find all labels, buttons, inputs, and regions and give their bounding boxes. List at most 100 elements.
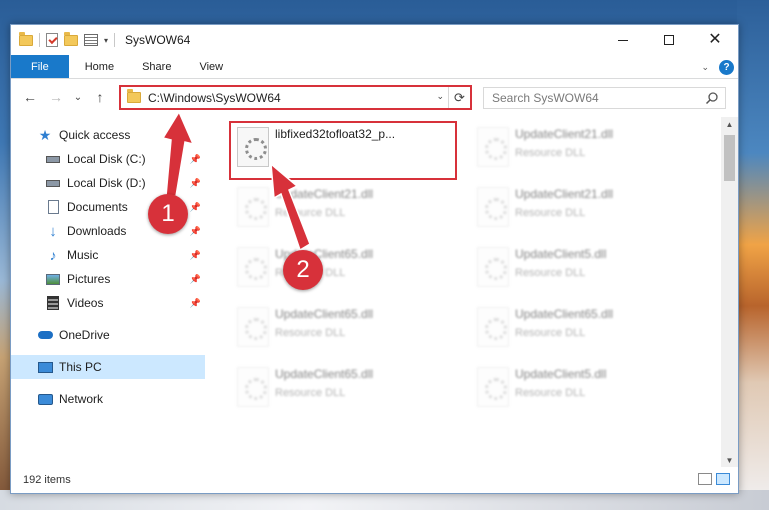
search-input[interactable]: Search SysWOW64 [483,87,726,109]
title-bar: ▾ SysWOW64 ✕ [11,25,738,55]
file-item[interactable]: UpdateClient65.dll Resource DLL [231,303,441,353]
nav-music[interactable]: ♪ Music 📌 [11,243,205,267]
address-bar[interactable]: C:\Windows\SysWOW64 ⌄ ⟳ [119,85,472,110]
up-button[interactable]: ↑ [89,86,111,108]
address-dropdown-icon[interactable]: ⌄ [436,91,444,102]
pin-icon[interactable]: 📌 [190,178,201,189]
tab-share[interactable]: Share [128,55,185,78]
file-item[interactable]: UpdateClient65.dllResource DLL [231,363,441,413]
nav-label: OneDrive [59,328,110,342]
file-desc: Resource DLL [275,327,346,339]
file-name: UpdateClient21.dll [515,127,614,141]
nav-quick-access[interactable]: ★ Quick access [11,123,205,147]
item-count: 192 items [23,474,71,486]
nav-videos[interactable]: Videos 📌 [11,291,205,315]
download-icon: ↓ [49,222,57,240]
explorer-body: ★ Quick access Local Disk (C:) 📌 Local D… [11,117,738,467]
nav-onedrive[interactable]: OneDrive [11,323,205,347]
pin-icon[interactable]: 📌 [190,274,201,285]
dll-file-icon [477,187,509,227]
new-folder-icon[interactable] [64,31,78,46]
back-button[interactable]: ← [19,86,41,108]
nav-local-disk-d[interactable]: Local Disk (D:) 📌 [11,171,205,195]
divider [39,33,40,47]
file-desc: Resource DLL [275,387,346,399]
vertical-scrollbar[interactable]: ▲ ▼ [721,117,738,467]
minimize-button[interactable] [600,25,646,55]
file-list: libfixed32tofloat32_p... UpdateClient21.… [205,117,725,467]
network-icon [37,391,53,407]
search-icon[interactable] [705,91,719,105]
maximize-icon [664,35,674,45]
file-desc: Resource DLL [515,387,586,399]
navigation-pane: ★ Quick access Local Disk (C:) 📌 Local D… [11,117,205,467]
close-button[interactable]: ✕ [692,25,738,55]
scroll-thumb[interactable] [724,135,735,181]
quick-access-toolbar: ▾ [11,31,116,47]
minimize-icon [618,39,628,41]
qa-dropdown-icon[interactable]: ▾ [104,36,108,45]
recent-locations-icon[interactable]: ⌄ [67,86,89,108]
pin-icon[interactable]: 📌 [190,154,201,165]
maximize-button[interactable] [646,25,692,55]
dll-file-icon [237,247,269,287]
dll-file-icon [477,247,509,287]
pin-icon[interactable]: 📌 [190,226,201,237]
file-item[interactable]: UpdateClient21.dll Resource DLL [231,183,441,233]
dll-file-icon [477,307,509,347]
drive-icon [45,175,61,191]
file-desc: Resource DLL [275,207,346,219]
file-name: UpdateClient65.dll [275,307,374,321]
file-desc: Resource DLL [515,147,586,159]
folder-icon [127,89,141,103]
computer-icon [37,359,53,375]
file-item[interactable]: UpdateClient21.dll Resource DLL [471,123,681,173]
expand-ribbon-icon[interactable]: ⌄ [701,62,709,73]
nav-label: This PC [59,360,102,374]
cloud-icon [37,327,53,343]
large-icons-view-icon[interactable] [716,473,730,485]
nav-this-pc[interactable]: This PC [11,355,205,379]
pin-icon[interactable]: 📌 [190,250,201,261]
nav-label: Local Disk (C:) [67,152,146,166]
file-desc: Resource DLL [515,327,586,339]
scroll-down-icon[interactable]: ▼ [721,453,738,467]
dll-file-icon [477,127,509,167]
file-item[interactable]: UpdateClient65.dllResource DLL [471,303,681,353]
nav-label: Network [59,392,104,406]
search-placeholder: Search SysWOW64 [492,91,599,105]
status-bar: 192 items [11,467,738,493]
refresh-icon[interactable]: ⟳ [448,87,470,108]
documents-icon [45,199,61,215]
pin-icon[interactable]: 📌 [190,202,201,213]
pin-icon[interactable]: 📌 [190,298,201,309]
file-item[interactable]: UpdateClient21.dll Resource DLL [471,183,681,233]
details-view-icon[interactable] [698,473,712,485]
nav-network[interactable]: Network [11,387,205,411]
nav-local-disk-c[interactable]: Local Disk (C:) 📌 [11,147,205,171]
file-name: UpdateClient21.dll [515,187,614,201]
tab-file[interactable]: File [11,55,69,78]
step-badge-1: 1 [148,194,188,234]
properties-check-icon[interactable] [46,33,58,47]
tab-view[interactable]: View [185,55,237,78]
dll-file-icon [237,367,269,407]
file-item[interactable]: UpdateClient65.dllResource DLL [231,243,441,293]
music-icon: ♪ [49,247,57,263]
file-item[interactable]: UpdateClient5.dll Resource DLL [471,243,681,293]
address-path: C:\Windows\SysWOW64 [148,90,281,105]
scroll-up-icon[interactable]: ▲ [721,117,738,131]
forward-button[interactable]: → [45,86,67,108]
nav-pictures[interactable]: Pictures 📌 [11,267,205,291]
file-item[interactable]: UpdateClient5.dll Resource DLL [471,363,681,413]
desktop-background [737,0,769,510]
file-explorer-window: ▾ SysWOW64 ✕ File Home Share View ⌄ ? ← … [10,24,739,494]
file-name: UpdateClient5.dll [515,367,607,381]
close-icon: ✕ [708,31,722,48]
help-icon[interactable]: ? [719,59,734,75]
nav-label: Documents [67,200,128,214]
file-desc: Resource DLL [515,207,586,219]
folder-icon [19,31,33,46]
customize-icon[interactable] [84,34,98,46]
tab-home[interactable]: Home [71,55,128,78]
